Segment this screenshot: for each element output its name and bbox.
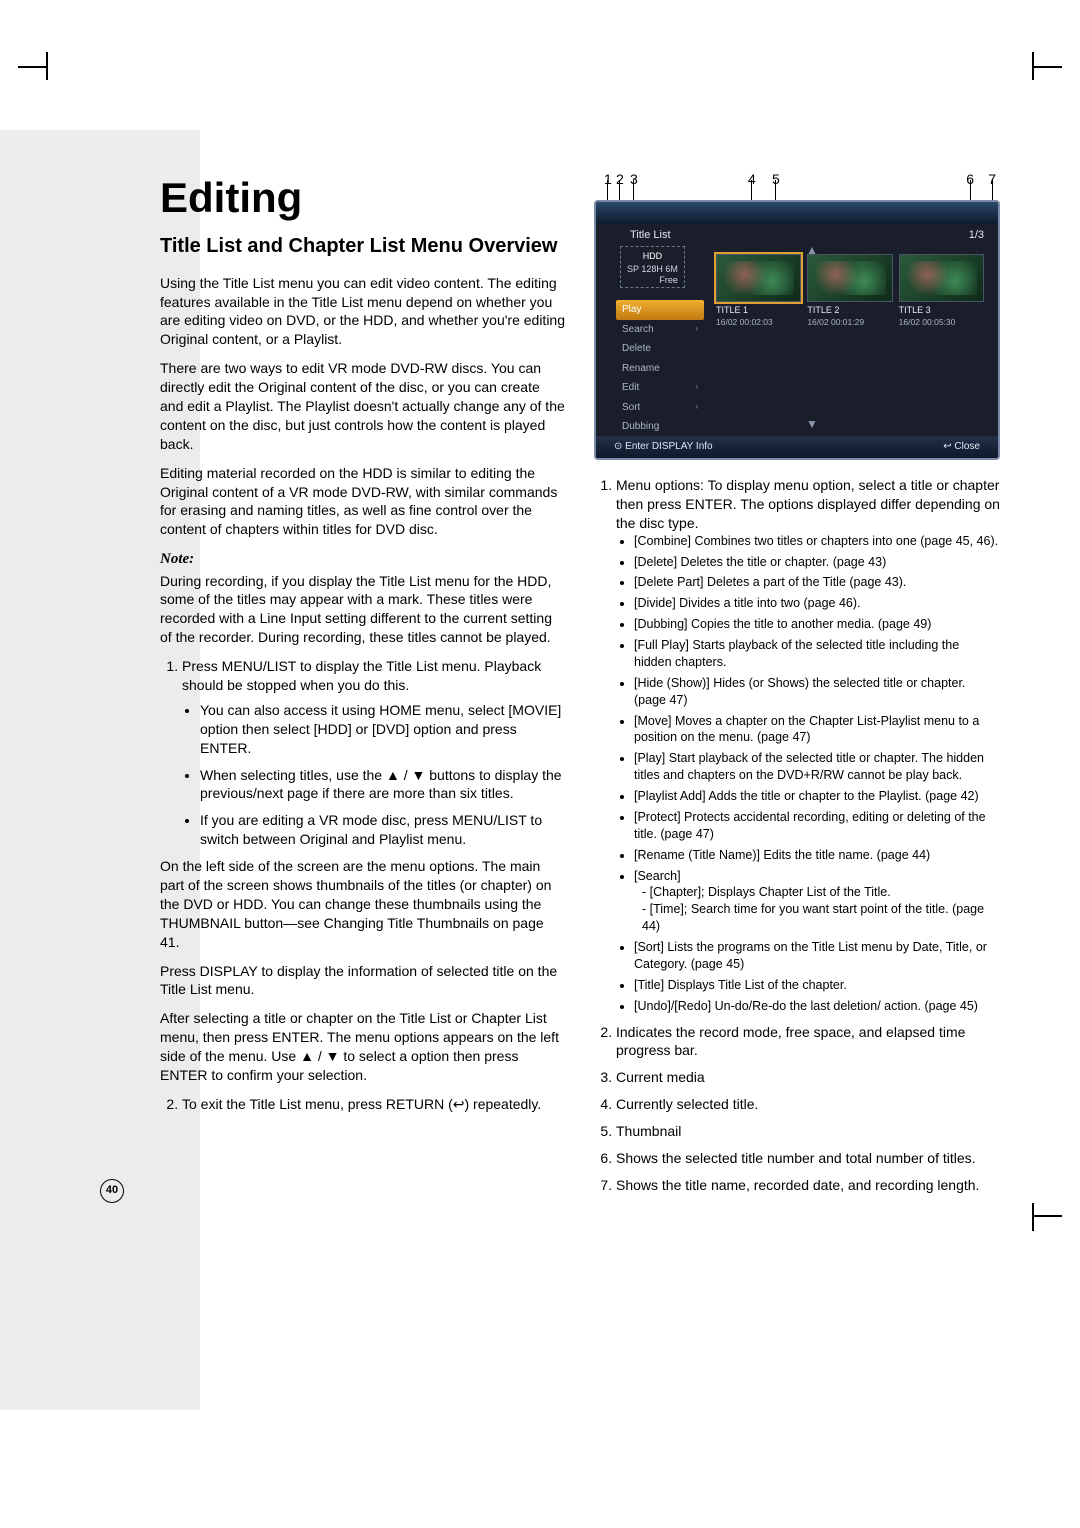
menu-options-list: [Combine] Combines two titles or chapter… [616,533,1000,1015]
osd-bottom-bar: ⊙ Enter DISPLAY Info ↩ Close [596,436,998,458]
opt: [Divide] Divides a title into two (page … [634,595,1000,612]
osd-title: Title List [630,228,671,243]
opt: [Hide (Show)] Hides (or Shows) the selec… [634,675,1000,709]
osd-menu-search[interactable]: Search› [616,320,704,340]
osd-screenshot: Title List 1/3 HDD SP 128H 6M Free ▲ Pla… [594,200,1000,460]
osd-media-label: HDD [627,251,678,262]
osd-figure: 1 2 3 4 5 6 7 [594,170,1000,460]
opt-search: [Search] - [Chapter]; Displays Chapter L… [634,868,1000,936]
osd-side-menu: Play Search› Delete Rename Edit› Sort› D… [616,300,704,437]
opt: [Protect] Protects accidental recording,… [634,809,1000,843]
step-1-text: Press MENU/LIST to display the Title Lis… [182,658,541,693]
para: There are two ways to edit VR mode DVD-R… [160,359,566,453]
right-column: 1 2 3 4 5 6 7 [594,170,1000,1203]
opt: [Dubbing] Copies the title to another me… [634,616,1000,633]
legend-1: Menu options: To display menu option, se… [616,476,1000,1015]
opt: [Combine] Combines two titles or chapter… [634,533,1000,550]
note-heading: Note: [160,549,566,569]
legend-7: Shows the title name, recorded date, and… [616,1176,1000,1195]
left-column: Editing Title List and Chapter List Menu… [160,170,566,1203]
opt: [Playlist Add] Adds the title or chapter… [634,788,1000,805]
osd-menu-delete[interactable]: Delete [616,339,704,359]
step-2: To exit the Title List menu, press RETUR… [182,1095,566,1114]
section-heading: Title List and Chapter List Menu Overvie… [160,233,566,260]
opt: [Full Play] Starts playback of the selec… [634,637,1000,671]
osd-thumb-2[interactable]: TITLE 216/02 00:01:29 [807,254,892,329]
opt: [Rename (Title Name)] Edits the title na… [634,847,1000,864]
para: Press DISPLAY to display the information… [160,962,566,1000]
search-sub: - [Chapter]; Displays Chapter List of th… [634,884,1000,901]
scroll-down-icon: ▼ [806,416,818,432]
opt: [Delete Part] Deletes a part of the Titl… [634,574,1000,591]
step1-bullet: You can also access it using HOME menu, … [200,701,566,758]
osd-thumb-3[interactable]: TITLE 316/02 00:05:30 [899,254,984,329]
osd-thumb-row: TITLE 116/02 00:02:03 TITLE 216/02 00:01… [716,254,984,329]
osd-media-free: Free [659,275,678,286]
osd-title-count: 1/3 [969,228,984,243]
page-heading: Editing [160,170,566,227]
opt: [Title] Displays Title List of the chapt… [634,977,1000,994]
step1-bullet: When selecting titles, use the ▲ / ▼ but… [200,766,566,804]
osd-menu-edit[interactable]: Edit› [616,378,704,398]
page-number: 40 [100,1179,124,1203]
step-1: Press MENU/LIST to display the Title Lis… [182,657,566,849]
osd-thumb-1[interactable]: TITLE 116/02 00:02:03 [716,254,801,329]
opt: [Undo]/[Redo] Un-do/Re-do the last delet… [634,998,1000,1015]
osd-menu-dubbing[interactable]: Dubbing [616,417,704,437]
search-sub: - [Time]; Search time for you want start… [634,901,1000,935]
osd-hint-close: ↩ Close [943,440,980,454]
osd-media-line: SP 128H 6M [627,264,678,274]
opt: [Delete] Deletes the title or chapter. (… [634,554,1000,571]
para: After selecting a title or chapter on th… [160,1009,566,1085]
opt: [Sort] Lists the programs on the Title L… [634,939,1000,973]
legend-5: Thumbnail [616,1122,1000,1141]
para: Using the Title List menu you can edit v… [160,274,566,350]
osd-hint-enter: ⊙ Enter DISPLAY Info [614,440,713,454]
legend-4: Currently selected title. [616,1095,1000,1114]
legend-2: Indicates the record mode, free space, a… [616,1023,1000,1061]
osd-menu-sort[interactable]: Sort› [616,398,704,418]
legend-list: Menu options: To display menu option, se… [594,476,1000,1195]
opt: [Move] Moves a chapter on the Chapter Li… [634,713,1000,747]
para: On the left side of the screen are the m… [160,857,566,951]
note-body: During recording, if you display the Tit… [160,572,566,648]
legend-3: Current media [616,1068,1000,1087]
callout-row: 1 2 3 4 5 6 7 [594,170,1000,200]
osd-menu-play[interactable]: Play [616,300,704,320]
opt: [Play] Start playback of the selected ti… [634,750,1000,784]
legend-6: Shows the selected title number and tota… [616,1149,1000,1168]
osd-media-box: HDD SP 128H 6M Free [620,246,685,288]
osd-menu-rename[interactable]: Rename [616,359,704,379]
step1-bullet: If you are editing a VR mode disc, press… [200,811,566,849]
para: Editing material recorded on the HDD is … [160,464,566,540]
